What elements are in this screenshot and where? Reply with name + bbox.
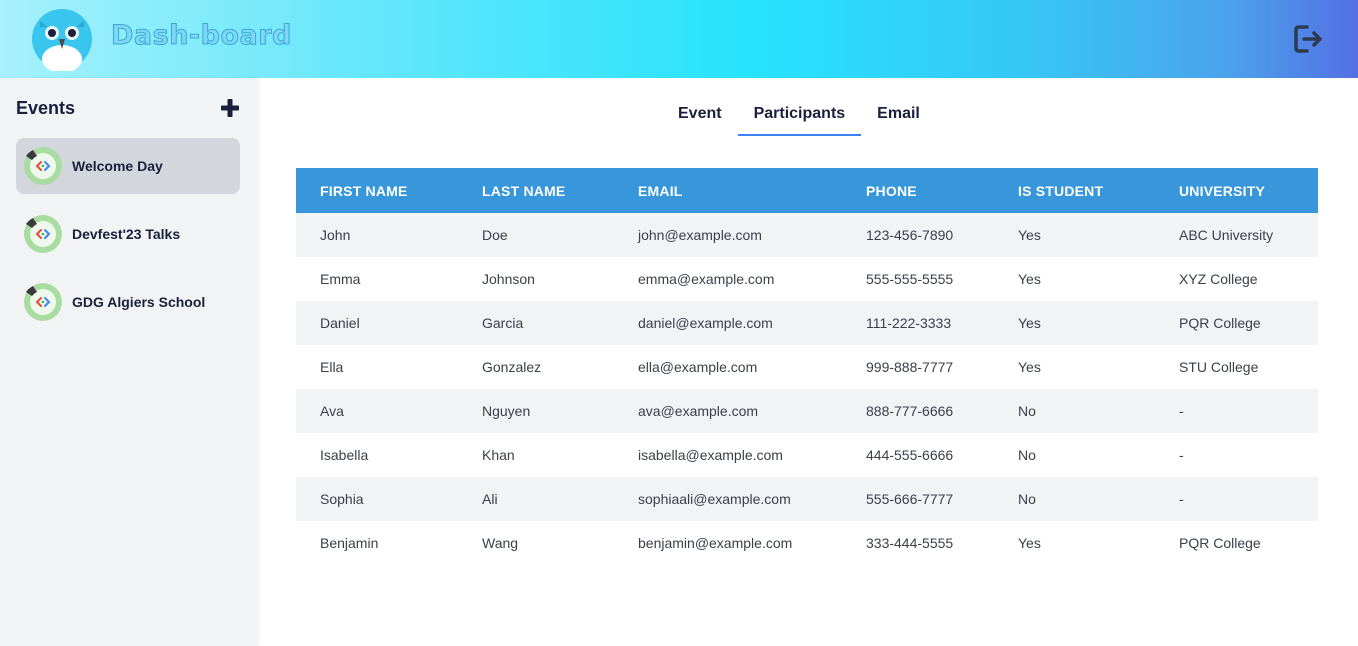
table-row[interactable]: Daniel Garcia daniel@example.com 111-222-33… bbox=[296, 301, 1318, 345]
sidebar-item-label: Welcome Day bbox=[72, 158, 163, 174]
top-header: Dash-board bbox=[0, 0, 1358, 78]
participants-table: FIRST NAME LAST NAME EMAIL PHONE IS STUD… bbox=[296, 168, 1318, 565]
gdg-event-icon bbox=[24, 147, 62, 185]
email-cell: ava@example.com bbox=[638, 403, 759, 419]
first-name-cell: Daniel bbox=[320, 315, 360, 331]
sidebar-item-gdg-algiers-school[interactable]: GDG Algiers School bbox=[16, 274, 240, 330]
university-cell: PQR College bbox=[1179, 535, 1261, 551]
column-header-is-student[interactable]: IS STUDENT bbox=[994, 168, 1155, 213]
owl-logo-icon bbox=[32, 9, 92, 71]
last-name-cell: Ali bbox=[482, 491, 498, 507]
university-cell: ABC University bbox=[1179, 227, 1274, 243]
sidebar-item-welcome-day[interactable]: Welcome Day bbox=[16, 138, 240, 194]
is-student-cell: Yes bbox=[1018, 359, 1041, 375]
table-row[interactable]: John Doe john@example.com 123-456-7890 Yes AB… bbox=[296, 213, 1318, 257]
is-student-cell: No bbox=[1018, 447, 1036, 463]
phone-cell: 888-777-6666 bbox=[866, 403, 954, 419]
gdg-event-icon bbox=[24, 283, 62, 321]
email-cell: sophiaali@example.com bbox=[638, 491, 791, 507]
university-cell: PQR College bbox=[1179, 315, 1261, 331]
university-cell: XYZ College bbox=[1179, 271, 1258, 287]
phone-cell: 444-555-6666 bbox=[866, 447, 954, 463]
phone-cell: 111-222-3333 bbox=[866, 315, 952, 331]
participants-table-container: FIRST NAME LAST NAME EMAIL PHONE IS STUD… bbox=[296, 168, 1318, 565]
column-header-first-name[interactable]: FIRST NAME bbox=[296, 168, 458, 213]
first-name-cell: Ava bbox=[320, 403, 344, 419]
column-header-phone[interactable]: PHONE bbox=[842, 168, 994, 213]
phone-cell: 123-456-7890 bbox=[866, 227, 954, 243]
email-cell: john@example.com bbox=[638, 227, 762, 243]
last-name-cell: Johnson bbox=[482, 271, 535, 287]
last-name-cell: Nguyen bbox=[482, 403, 531, 419]
column-header-university[interactable]: UNIVERSITY bbox=[1155, 168, 1318, 213]
tab-participants[interactable]: Participants bbox=[737, 92, 862, 136]
last-name-cell: Garcia bbox=[482, 315, 524, 331]
last-name-cell: Wang bbox=[482, 535, 519, 551]
university-cell: - bbox=[1179, 447, 1184, 463]
table-row[interactable]: Isabella Khan isabella@example.com 444-555-… bbox=[296, 433, 1318, 477]
university-cell: STU College bbox=[1179, 359, 1259, 375]
sidebar-item-label: GDG Algiers School bbox=[72, 294, 206, 310]
plus-icon[interactable] bbox=[220, 98, 240, 118]
column-header-last-name[interactable]: LAST NAME bbox=[458, 168, 614, 213]
table-row[interactable]: Benjamin Wang benjamin@example.com 333-444-… bbox=[296, 521, 1318, 565]
last-name-cell: Doe bbox=[482, 227, 508, 243]
phone-cell: 555-555-5555 bbox=[866, 271, 954, 287]
table-row[interactable]: Ava Nguyen ava@example.com 888-777-6666 No - bbox=[296, 389, 1318, 433]
sidebar-title: Events bbox=[16, 98, 76, 118]
first-name-cell: Benjamin bbox=[320, 535, 379, 551]
events-sidebar: Events Welcome Day Devfest'23 Talks GDG … bbox=[0, 78, 257, 646]
email-cell: isabella@example.com bbox=[638, 447, 783, 463]
tab-event[interactable]: Event bbox=[662, 92, 738, 136]
gdg-event-icon bbox=[24, 215, 62, 253]
first-name-cell: Emma bbox=[320, 271, 361, 287]
sidebar-item-devfest-talks[interactable]: Devfest'23 Talks bbox=[16, 206, 240, 262]
email-cell: emma@example.com bbox=[638, 271, 775, 287]
first-name-cell: Ella bbox=[320, 359, 344, 375]
is-student-cell: Yes bbox=[1018, 535, 1041, 551]
phone-cell: 999-888-7777 bbox=[866, 359, 954, 375]
first-name-cell: John bbox=[320, 227, 351, 243]
is-student-cell: Yes bbox=[1018, 271, 1041, 287]
last-name-cell: Khan bbox=[482, 447, 515, 463]
table-row[interactable]: Sophia Ali sophiaali@example.com 555-666-77… bbox=[296, 477, 1318, 521]
last-name-cell: Gonzalez bbox=[482, 359, 542, 375]
table-header-row: FIRST NAME LAST NAME EMAIL PHONE IS STUD… bbox=[296, 168, 1318, 213]
university-cell: - bbox=[1179, 403, 1184, 419]
phone-cell: 333-444-5555 bbox=[866, 535, 954, 551]
email-cell: daniel@example.com bbox=[638, 315, 773, 331]
is-student-cell: Yes bbox=[1018, 315, 1041, 331]
first-name-cell: Isabella bbox=[320, 447, 369, 463]
sidebar-item-label: Devfest'23 Talks bbox=[72, 226, 181, 242]
table-row[interactable]: Ella Gonzalez ella@example.com 999-888-7777… bbox=[296, 345, 1318, 389]
is-student-cell: No bbox=[1018, 491, 1036, 507]
table-row[interactable]: Emma Johnson emma@example.com 555-555-5555 Y… bbox=[296, 257, 1318, 301]
university-cell: - bbox=[1179, 491, 1184, 507]
is-student-cell: Yes bbox=[1018, 227, 1041, 243]
table-body: John Doe john@example.com 123-456-7890 Yes AB… bbox=[296, 213, 1318, 565]
email-cell: benjamin@example.com bbox=[638, 535, 793, 551]
tab-email[interactable]: Email bbox=[861, 92, 936, 136]
email-cell: ella@example.com bbox=[638, 359, 758, 375]
logout-icon[interactable] bbox=[1292, 22, 1326, 56]
first-name-cell: Sophia bbox=[320, 491, 364, 507]
phone-cell: 555-666-7777 bbox=[866, 491, 954, 507]
tab-bar: Event Participants Email bbox=[662, 92, 936, 136]
brand-title: Dash-board bbox=[111, 20, 292, 52]
column-header-email[interactable]: EMAIL bbox=[614, 168, 842, 213]
is-student-cell: No bbox=[1018, 403, 1036, 419]
